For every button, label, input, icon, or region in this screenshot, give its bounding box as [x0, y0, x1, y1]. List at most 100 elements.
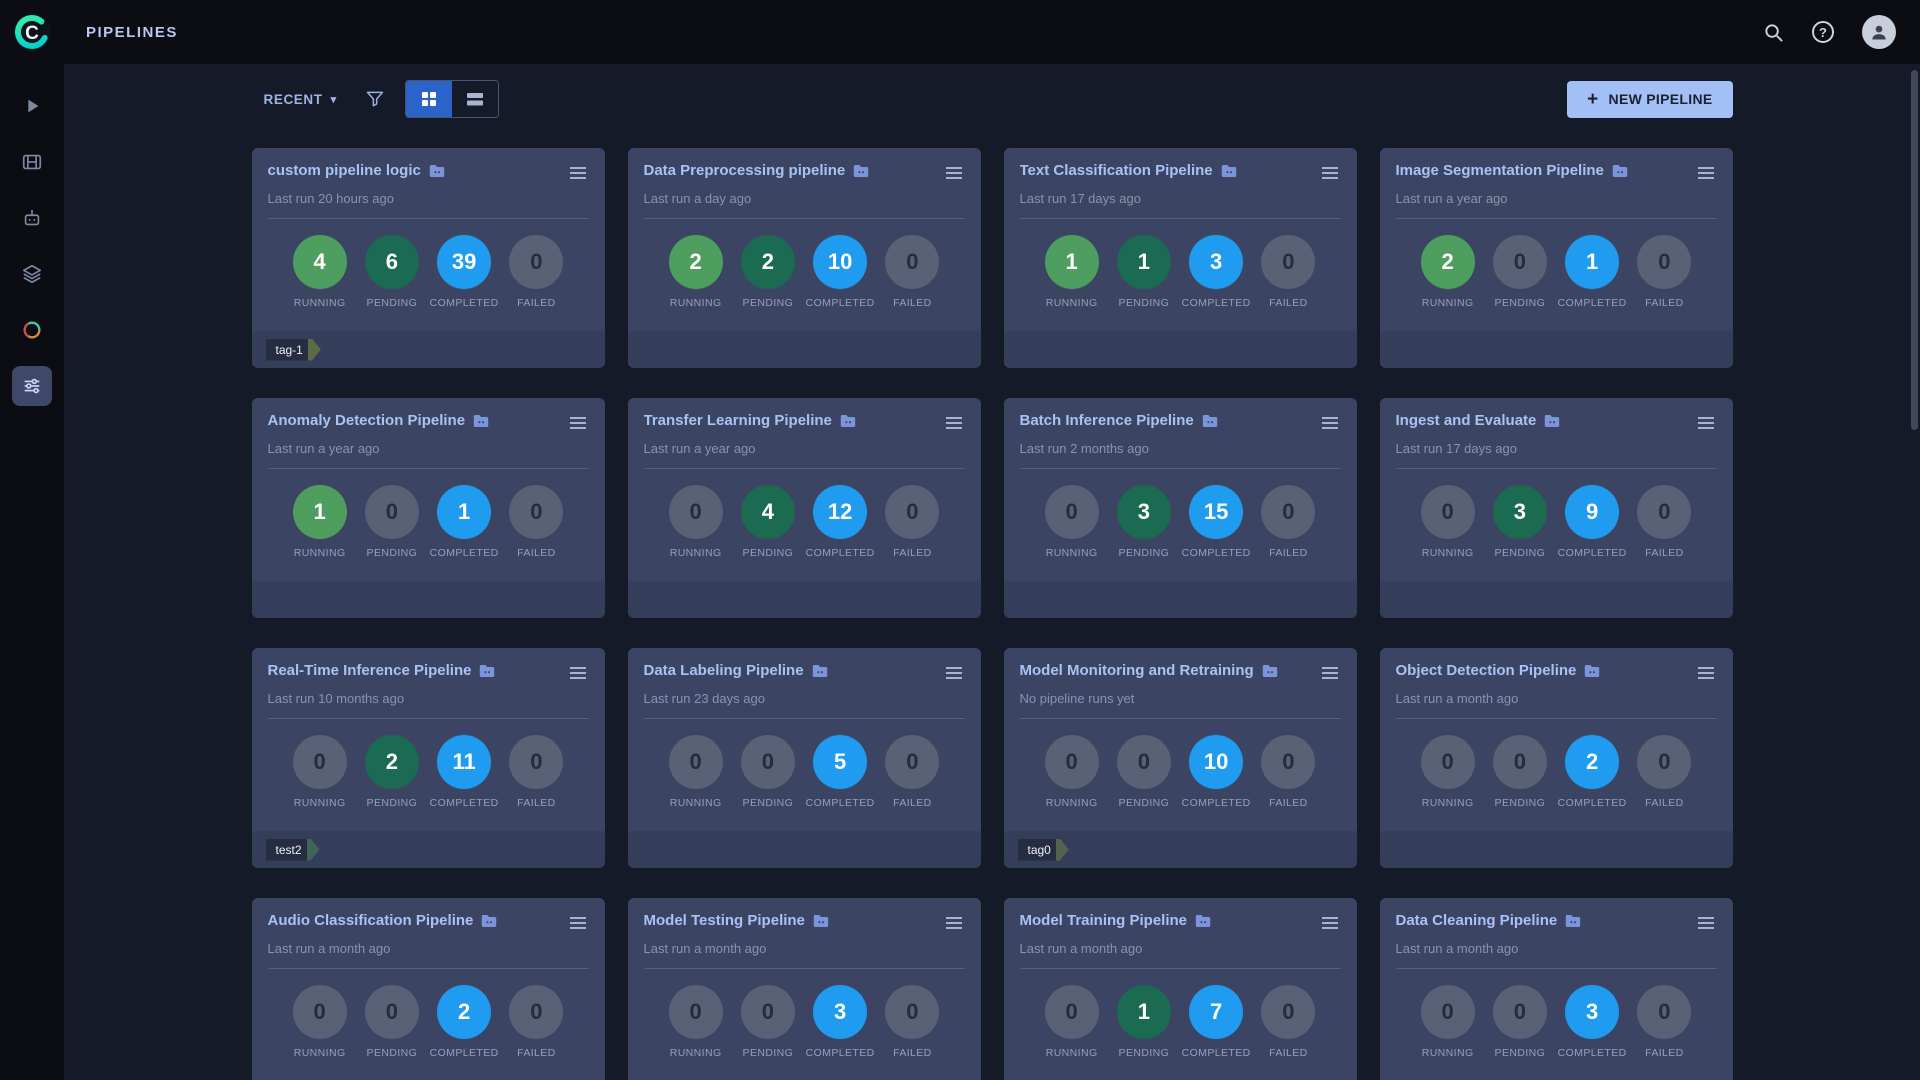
pipeline-card[interactable]: Image Segmentation Pipeline Last: [1380, 148, 1733, 368]
pipeline-card[interactable]: Model Testing Pipeline Last run: [628, 898, 981, 1080]
pipeline-title: Image Segmentation Pipeline: [1396, 162, 1604, 179]
card-menu-button[interactable]: [943, 412, 965, 434]
pipeline-card[interactable]: Object Detection Pipeline Last r: [1380, 648, 1733, 868]
running-count: 2: [1421, 235, 1475, 289]
search-button[interactable]: [1763, 22, 1784, 43]
card-menu-button[interactable]: [1319, 912, 1341, 934]
card-menu-button[interactable]: [567, 412, 589, 434]
sort-dropdown[interactable]: RECENT ▾: [264, 92, 337, 107]
stat-completed: 3 COMPLETED: [1556, 985, 1628, 1059]
last-run-text: Last run a month ago: [1396, 691, 1717, 706]
filter-button[interactable]: [365, 89, 385, 109]
pipeline-project-icon: [1565, 914, 1581, 928]
sidebar-item-projects[interactable]: [12, 86, 52, 126]
card-menu-button[interactable]: [567, 162, 589, 184]
sidebar-item-datasets[interactable]: [12, 142, 52, 182]
menu-icon: [1697, 666, 1715, 680]
datasets-icon: [21, 151, 43, 173]
user-avatar-button[interactable]: [1862, 15, 1896, 49]
sidebar-item-orchestration[interactable]: [12, 198, 52, 238]
completed-label: COMPLETED: [1558, 547, 1627, 559]
stat-failed: 0 FAILED: [876, 735, 948, 809]
stat-pending: 1 PENDING: [1108, 235, 1180, 309]
stat-completed: 11 COMPLETED: [428, 735, 500, 809]
pipeline-card[interactable]: Data Labeling Pipeline Last run: [628, 648, 981, 868]
card-menu-button[interactable]: [567, 912, 589, 934]
pipeline-card[interactable]: Batch Inference Pipeline Last ru: [1004, 398, 1357, 618]
stat-completed: 1 COMPLETED: [1556, 235, 1628, 309]
card-menu-button[interactable]: [1319, 162, 1341, 184]
pending-count: 1: [1117, 985, 1171, 1039]
pipeline-card[interactable]: custom pipeline logic Last run 2: [252, 148, 605, 368]
failed-count: 0: [1261, 235, 1315, 289]
pipeline-project-icon: [1584, 664, 1600, 678]
pending-label: PENDING: [1495, 1047, 1546, 1059]
card-menu-button[interactable]: [1695, 162, 1717, 184]
card-menu-button[interactable]: [943, 912, 965, 934]
pipeline-card[interactable]: Text Classification Pipeline Las: [1004, 148, 1357, 368]
running-label: RUNNING: [670, 797, 722, 809]
list-view-button[interactable]: [452, 81, 498, 117]
card-footer: [252, 581, 605, 618]
pipeline-card[interactable]: Data Cleaning Pipeline Last run: [1380, 898, 1733, 1080]
stat-pending: 0 PENDING: [356, 485, 428, 559]
completed-label: COMPLETED: [430, 547, 499, 559]
new-pipeline-button[interactable]: + NEW PIPELINE: [1567, 81, 1732, 118]
card-stats: 0 RUNNING 0 PENDING 5 COMPLETED 0 FAILED: [644, 719, 965, 809]
completed-count: 10: [813, 235, 867, 289]
pipeline-card[interactable]: Model Training Pipeline Last run: [1004, 898, 1357, 1080]
help-button[interactable]: ?: [1812, 21, 1834, 43]
pipeline-card[interactable]: Ingest and Evaluate Last run 17: [1380, 398, 1733, 618]
sidebar-item-models[interactable]: [12, 254, 52, 294]
failed-label: FAILED: [1269, 297, 1308, 309]
pipeline-card[interactable]: Model Monitoring and Retraining: [1004, 648, 1357, 868]
stat-failed: 0 FAILED: [500, 235, 572, 309]
card-footer: [628, 831, 981, 868]
card-menu-button[interactable]: [943, 662, 965, 684]
card-menu-button[interactable]: [1695, 912, 1717, 934]
card-menu-button[interactable]: [943, 162, 965, 184]
pipeline-card[interactable]: Anomaly Detection Pipeline Last: [252, 398, 605, 618]
pipeline-tag[interactable]: tag0: [1018, 839, 1069, 861]
card-body: Text Classification Pipeline Las: [1004, 148, 1357, 331]
completed-label: COMPLETED: [806, 297, 875, 309]
card-menu-button[interactable]: [1319, 662, 1341, 684]
card-stats: 1 RUNNING 0 PENDING 1 COMPLETED 0 FAILED: [268, 469, 589, 559]
pending-count: 3: [1493, 485, 1547, 539]
menu-icon: [945, 666, 963, 680]
pipeline-tag[interactable]: test2: [266, 839, 320, 861]
card-menu-button[interactable]: [1695, 412, 1717, 434]
sidebar-item-pipelines[interactable]: [12, 366, 52, 406]
scrollbar-thumb[interactable]: [1911, 70, 1918, 430]
running-count: 1: [1045, 235, 1099, 289]
completed-count: 15: [1189, 485, 1243, 539]
menu-icon: [945, 166, 963, 180]
pipeline-card[interactable]: Audio Classification Pipeline La: [252, 898, 605, 1080]
card-menu-button[interactable]: [1695, 662, 1717, 684]
stat-completed: 7 COMPLETED: [1180, 985, 1252, 1059]
card-stats: 0 RUNNING 4 PENDING 12 COMPLETED 0 FAILE…: [644, 469, 965, 559]
menu-icon: [569, 416, 587, 430]
last-run-text: Last run 10 months ago: [268, 691, 589, 706]
pending-count: 2: [365, 735, 419, 789]
card-body: Object Detection Pipeline Last r: [1380, 648, 1733, 831]
pipeline-card[interactable]: Real-Time Inference Pipeline Las: [252, 648, 605, 868]
failed-count: 0: [1261, 735, 1315, 789]
running-count: 0: [669, 985, 723, 1039]
completed-label: COMPLETED: [1558, 297, 1627, 309]
grid-view-button[interactable]: [406, 81, 452, 117]
completed-count: 10: [1189, 735, 1243, 789]
completed-label: COMPLETED: [1182, 797, 1251, 809]
pending-label: PENDING: [367, 1047, 418, 1059]
pipeline-card[interactable]: Transfer Learning Pipeline Last: [628, 398, 981, 618]
stat-running: 4 RUNNING: [284, 235, 356, 309]
pipeline-tag[interactable]: tag-1: [266, 339, 321, 361]
card-menu-button[interactable]: [1319, 412, 1341, 434]
card-menu-button[interactable]: [567, 662, 589, 684]
sidebar-item-applications[interactable]: [12, 310, 52, 350]
running-label: RUNNING: [1422, 797, 1474, 809]
completed-label: COMPLETED: [430, 297, 499, 309]
pipeline-project-icon: [1195, 914, 1211, 928]
pipeline-card[interactable]: Data Preprocessing pipeline Last: [628, 148, 981, 368]
app-logo[interactable]: C: [11, 11, 53, 53]
